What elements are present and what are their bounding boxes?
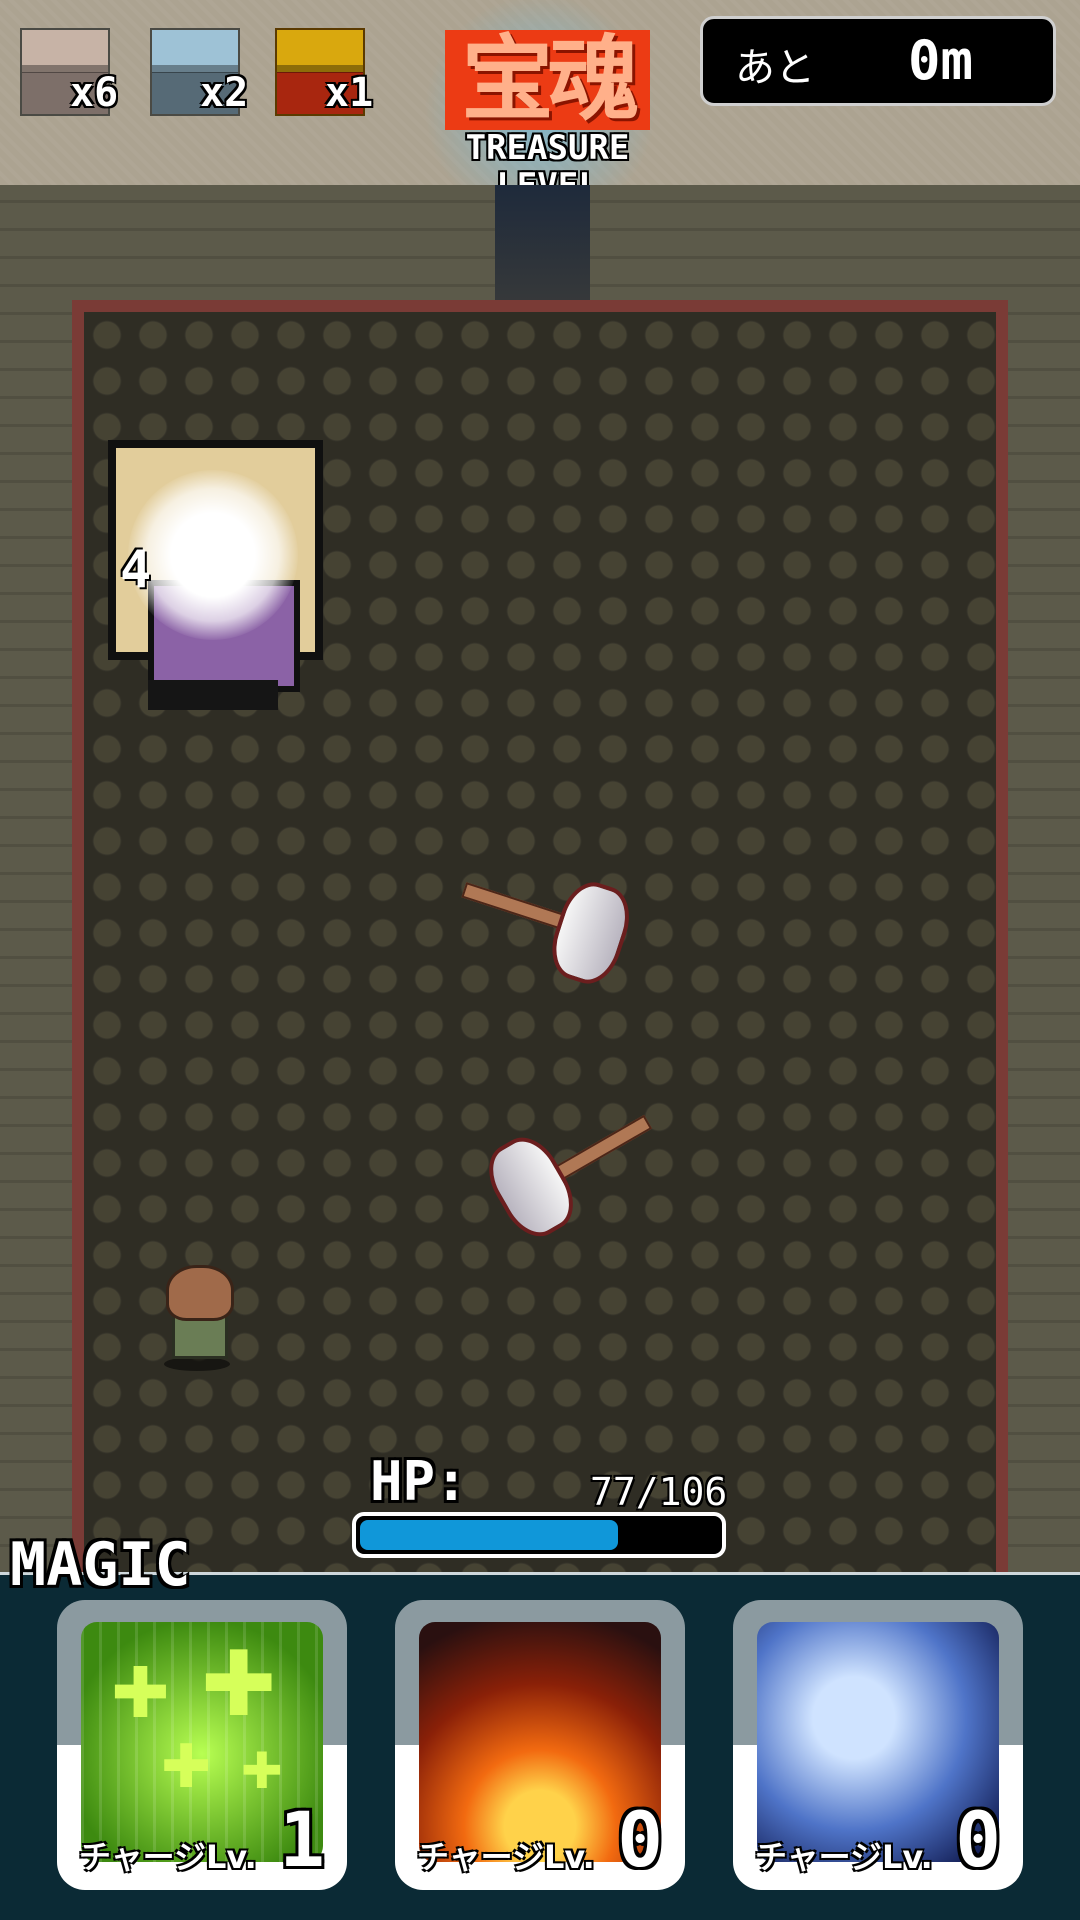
distance-label: あと bbox=[735, 45, 815, 91]
magic-card-fire[interactable]: チャージLv. 0 bbox=[395, 1600, 685, 1890]
distance-value: 0m bbox=[907, 29, 973, 92]
distance-remaining-box: あと 0m bbox=[700, 16, 1056, 106]
charge-level-value: 0 bbox=[955, 1795, 1001, 1884]
hp-bar-fill bbox=[360, 1520, 618, 1550]
treasure-logo-kanji: 宝魂 bbox=[445, 30, 650, 130]
player-character[interactable] bbox=[160, 1265, 235, 1375]
charge-level-label: チャージLv. bbox=[417, 1838, 595, 1876]
enemy-feet bbox=[148, 680, 278, 710]
treasure-logo-line1: TREASURE bbox=[465, 128, 630, 168]
hp-value: 77/106 bbox=[590, 1470, 728, 1514]
charge-level-label: チャージLv. bbox=[755, 1838, 933, 1876]
hp-label: HP: bbox=[370, 1450, 468, 1513]
charge-level-value: 1 bbox=[279, 1795, 325, 1884]
player-shadow bbox=[164, 1357, 230, 1371]
charge-level-value: 0 bbox=[617, 1795, 663, 1884]
hp-bar bbox=[352, 1512, 726, 1558]
iron-chest-count: x2 bbox=[200, 70, 249, 116]
hit-flash bbox=[128, 470, 298, 640]
charge-level-label: チャージLv. bbox=[79, 1838, 257, 1876]
magic-title: MAGIC bbox=[10, 1530, 191, 1600]
player-hair bbox=[166, 1265, 234, 1321]
magic-card-heal[interactable]: ✚ ✚ ✚ ✚ チャージLv. 1 bbox=[57, 1600, 347, 1890]
gold-chest-count: x1 bbox=[325, 70, 374, 116]
damage-number: 4 bbox=[120, 540, 152, 600]
magic-card-slash[interactable]: チャージLv. 0 bbox=[733, 1600, 1023, 1890]
wood-chest-count: x6 bbox=[70, 70, 119, 116]
